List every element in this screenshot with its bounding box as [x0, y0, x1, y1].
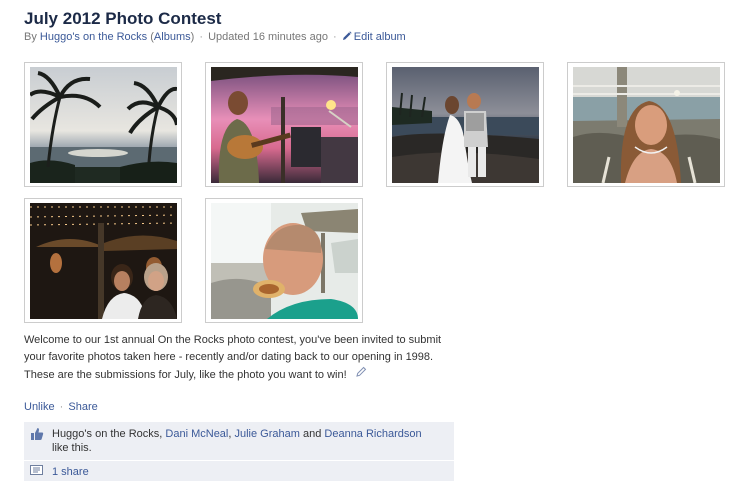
photo-image	[30, 203, 177, 319]
albums-link[interactable]: Albums	[154, 31, 191, 43]
photo-thumbnail-4[interactable]	[567, 62, 725, 187]
edit-album-label: Edit album	[353, 31, 406, 43]
like-suffix: like this.	[52, 442, 92, 454]
liker-deanna-richardson[interactable]: Deanna Richardson	[324, 428, 421, 440]
photo-thumbnail-5[interactable]	[24, 198, 182, 323]
edit-album-link[interactable]: Edit album	[342, 31, 406, 43]
photo-image	[211, 203, 358, 319]
photo-thumbnail-3[interactable]	[386, 62, 544, 187]
liker-page[interactable]: Huggo's on the Rocks	[52, 428, 159, 440]
by-prefix: By	[24, 31, 37, 43]
description-text: Welcome to our 1st annual On the Rocks p…	[24, 334, 442, 381]
like-sentence: Huggo's on the Rocks, Dani McNeal, Julie…	[24, 422, 454, 460]
photo-woman-shore	[573, 67, 720, 183]
photo-image	[392, 67, 539, 183]
liker-julie-graham[interactable]: Julie Graham	[235, 428, 300, 440]
unlike-link[interactable]: Unlike	[24, 401, 55, 413]
updated-time: Updated 16 minutes ago	[208, 31, 328, 43]
photo-thumbnail-2[interactable]	[205, 62, 363, 187]
album-title: July 2012 Photo Contest	[24, 9, 222, 28]
post-actions: Unlike · Share	[24, 401, 98, 413]
photo-image	[30, 67, 177, 183]
pencil-icon	[342, 31, 352, 40]
photo-thumbnail-1[interactable]	[24, 62, 182, 187]
separator: ·	[333, 31, 337, 43]
photo-palm-sunset	[30, 67, 177, 183]
share-count-link[interactable]: 1 share	[52, 466, 89, 478]
feedback-box: Huggo's on the Rocks, Dani McNeal, Julie…	[24, 422, 454, 481]
share-link[interactable]: Share	[68, 401, 97, 413]
albums-paren-close: )	[190, 31, 195, 43]
share-icon	[30, 465, 43, 475]
separator: ·	[59, 401, 64, 413]
photo-two-women-night	[30, 203, 177, 319]
liker-dani-mcneal[interactable]: Dani McNeal	[165, 428, 228, 440]
album-byline: By Huggo's on the Rocks (Albums) · Updat…	[24, 31, 406, 43]
pencil-icon[interactable]	[355, 366, 367, 377]
photo-man-eating	[211, 203, 358, 319]
photo-image	[211, 67, 358, 183]
share-count-row: 1 share	[24, 461, 454, 481]
photo-image	[573, 67, 720, 183]
thumbs-up-icon	[31, 428, 44, 440]
photo-guitarist	[211, 67, 358, 183]
separator: ·	[199, 31, 204, 43]
owner-link[interactable]: Huggo's on the Rocks	[40, 31, 147, 43]
photo-wedding	[392, 67, 539, 183]
and-word: and	[299, 428, 325, 440]
photo-thumbnail-6[interactable]	[205, 198, 363, 323]
album-description: Welcome to our 1st annual On the Rocks p…	[24, 332, 444, 384]
